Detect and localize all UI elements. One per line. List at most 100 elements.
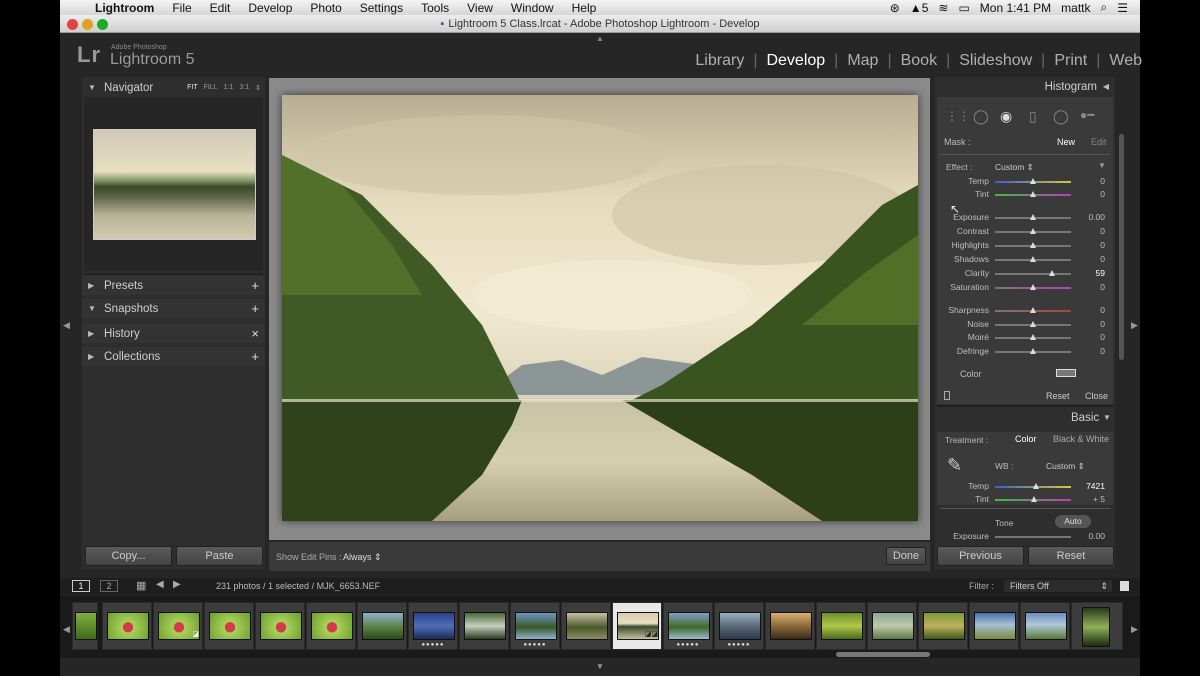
main-photo[interactable]	[282, 95, 918, 521]
collections-header[interactable]: ▶ Collections +	[82, 347, 265, 366]
menu-develop[interactable]: Develop	[239, 1, 301, 15]
close-window-button[interactable]	[67, 19, 78, 30]
zoom-dropdown-icon[interactable]: ⇕	[255, 84, 261, 92]
clear-history-icon[interactable]: ×	[251, 326, 259, 341]
slider-value[interactable]: 0	[1100, 176, 1105, 186]
basic-collapse-icon[interactable]: ▼	[1103, 413, 1111, 422]
slider-value[interactable]: 0.00	[1088, 531, 1105, 540]
add-collection-icon[interactable]: +	[251, 349, 259, 364]
filmstrip-thumbnail[interactable]	[969, 602, 1019, 650]
main-window-button[interactable]: 1	[72, 580, 90, 592]
mask-reset-button[interactable]: Reset	[1046, 391, 1070, 401]
mask-close-button[interactable]: Close	[1085, 391, 1108, 401]
user-name[interactable]: mattk	[1061, 1, 1090, 15]
slider-value[interactable]: 0	[1100, 254, 1105, 264]
slider-thumb[interactable]	[1030, 307, 1036, 313]
menu-app-name[interactable]: Lightroom	[86, 1, 163, 15]
slider-value[interactable]: 0	[1100, 332, 1105, 342]
mask-edit-button[interactable]: Edit	[1091, 137, 1107, 147]
brush-toggle-icon[interactable]	[944, 391, 950, 400]
slider-thumb[interactable]	[1030, 321, 1036, 327]
snapshots-header[interactable]: ▼ Snapshots +	[82, 299, 265, 318]
collapse-right-panel-icon[interactable]: ▶	[1131, 320, 1138, 331]
zoom-window-button[interactable]	[97, 19, 108, 30]
slider-track[interactable]	[995, 483, 1071, 489]
slider-value[interactable]: 0	[1100, 319, 1105, 329]
slider-thumb[interactable]	[1030, 228, 1036, 234]
nav-3to1-option[interactable]: 3:1	[239, 84, 249, 92]
spot-removal-icon[interactable]: ◯	[973, 108, 989, 125]
slider-value[interactable]: 59	[1096, 268, 1105, 278]
basic-panel-title[interactable]: Basic	[1071, 412, 1099, 424]
histogram-title[interactable]: Histogram	[1045, 81, 1097, 93]
filmstrip-thumbnail[interactable]	[306, 602, 356, 650]
module-develop[interactable]: Develop	[766, 52, 825, 70]
filmstrip-thumbnail[interactable]	[72, 602, 98, 650]
filter-lock-icon[interactable]	[1120, 581, 1129, 591]
filmstrip-thumbnail[interactable]: ●●●●●	[408, 602, 458, 650]
graduated-filter-icon[interactable]: ▯	[1029, 108, 1037, 125]
filmstrip-thumbnail[interactable]	[561, 602, 611, 650]
radial-filter-icon[interactable]: ◯	[1053, 108, 1069, 125]
menu-view[interactable]: View	[458, 1, 502, 15]
presets-header[interactable]: ▶ Presets +	[82, 276, 265, 295]
slider-track[interactable]	[995, 496, 1071, 502]
add-preset-icon[interactable]: +	[251, 278, 259, 293]
menu-window[interactable]: Window	[502, 1, 563, 15]
filmstrip-thumbnail[interactable]: ◪	[153, 602, 203, 650]
menu-photo[interactable]: Photo	[301, 1, 350, 15]
white-balance-eyedropper-icon[interactable]: ✎	[947, 455, 962, 476]
menu-tools[interactable]: Tools	[412, 1, 458, 15]
filmstrip-thumbnail[interactable]	[459, 602, 509, 650]
slider-thumb[interactable]	[1030, 284, 1036, 290]
treatment-bw-option[interactable]: Black & White	[1053, 434, 1109, 444]
slider-value[interactable]: + 5	[1093, 494, 1105, 504]
slider-thumb[interactable]	[1030, 191, 1036, 197]
collapse-filmstrip-right-icon[interactable]: ▶	[1131, 624, 1138, 635]
reset-button[interactable]: Reset	[1028, 546, 1114, 566]
slider-track[interactable]	[995, 284, 1071, 290]
forward-arrow-icon[interactable]: ▶	[173, 579, 181, 590]
effect-collapse-icon[interactable]: ▼	[1098, 161, 1106, 170]
slider-thumb[interactable]	[1030, 348, 1036, 354]
collapse-filmstrip-left-icon[interactable]: ◀	[63, 624, 70, 635]
filmstrip-thumbnail[interactable]	[867, 602, 917, 650]
filter-select[interactable]: Filters Off ⇕	[1004, 580, 1112, 592]
crop-grid-icon[interactable]: ⋮⋮	[946, 109, 970, 123]
slider-value[interactable]: 0	[1100, 305, 1105, 315]
filmstrip-scrollbar[interactable]	[836, 652, 930, 657]
slider-track[interactable]	[995, 307, 1071, 313]
slider-value[interactable]: 0	[1100, 240, 1105, 250]
tone-auto-button[interactable]: Auto	[1055, 515, 1091, 528]
histogram-collapse-icon[interactable]: ◀	[1103, 82, 1109, 91]
slider-track[interactable]	[995, 270, 1071, 276]
slider-track[interactable]	[995, 228, 1071, 234]
menu-settings[interactable]: Settings	[351, 1, 412, 15]
notification-center-icon[interactable]: ☰	[1117, 1, 1128, 15]
menu-edit[interactable]: Edit	[201, 1, 240, 15]
filmstrip-thumbnail[interactable]	[816, 602, 866, 650]
adobe-status-icon[interactable]: ▲5	[910, 1, 929, 15]
treatment-color-option[interactable]: Color	[1015, 434, 1037, 444]
previous-button[interactable]: Previous	[937, 546, 1024, 566]
slider-value[interactable]: 0.00	[1088, 212, 1105, 222]
slider-value[interactable]: 0	[1100, 226, 1105, 236]
slider-value[interactable]: 7421	[1086, 481, 1105, 491]
slider-thumb[interactable]	[1031, 496, 1037, 502]
history-header[interactable]: ▶ History ×	[82, 324, 265, 343]
slider-value[interactable]: 0	[1100, 282, 1105, 292]
navigator-thumbnail[interactable]	[93, 129, 256, 240]
filmstrip-thumbnail[interactable]: ●●●●●	[510, 602, 560, 650]
mask-new-button[interactable]: New	[1057, 137, 1075, 147]
filmstrip-thumbnail[interactable]: ●●●●●	[663, 602, 713, 650]
slider-thumb[interactable]	[1030, 214, 1036, 220]
status-icon[interactable]: ⊛	[890, 1, 900, 15]
slider-track[interactable]	[995, 256, 1071, 262]
module-print[interactable]: Print	[1054, 52, 1087, 70]
wifi-icon[interactable]: ≋	[938, 1, 948, 15]
filmstrip-thumbnail-selected[interactable]: ◪◪	[612, 602, 662, 650]
slider-track[interactable]	[995, 334, 1071, 340]
back-arrow-icon[interactable]: ◀	[156, 579, 164, 590]
filmstrip-thumbnail[interactable]	[204, 602, 254, 650]
slider-track[interactable]	[995, 178, 1071, 184]
